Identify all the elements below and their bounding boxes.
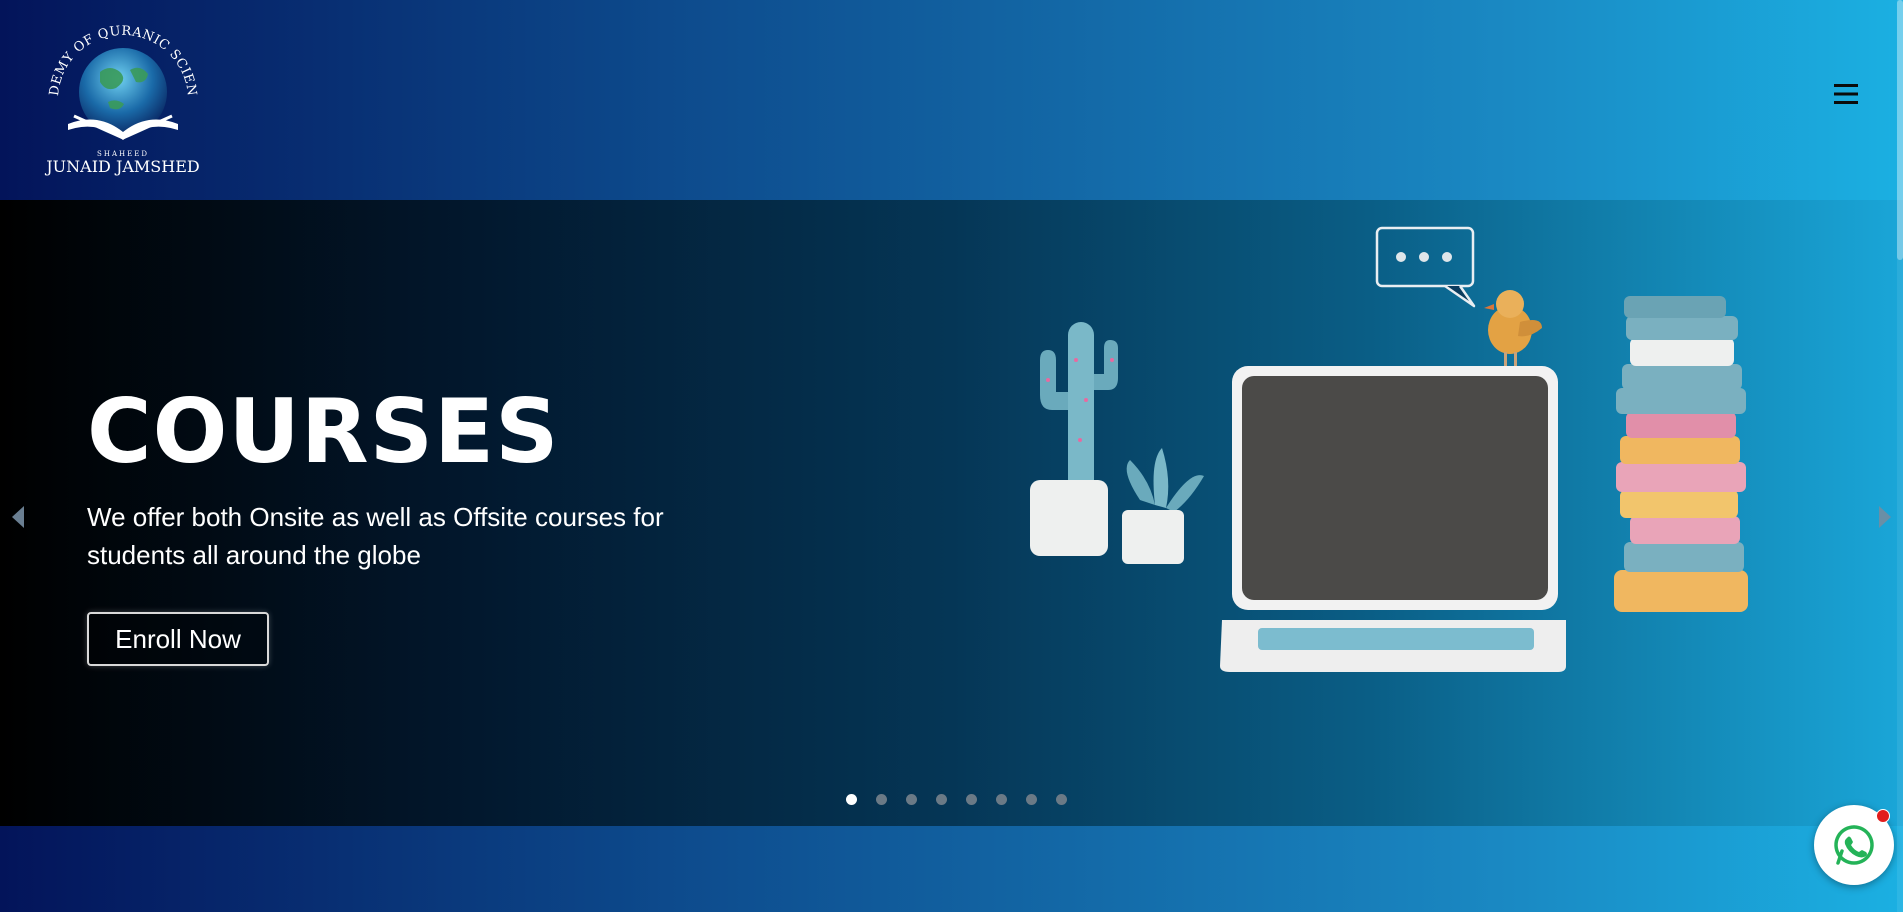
cactus-plant-icon: [1030, 322, 1118, 556]
hero-title: COURSES: [87, 380, 560, 483]
carousel-dot-2[interactable]: [876, 794, 887, 805]
carousel-dot-1[interactable]: [846, 794, 857, 805]
books-stack-icon: [1614, 296, 1748, 612]
hamburger-icon: [1834, 84, 1858, 104]
carousel-dot-5[interactable]: [966, 794, 977, 805]
scrollbar-thumb[interactable]: [1897, 0, 1903, 260]
hamburger-menu-button[interactable]: [1831, 82, 1861, 110]
carousel-dot-4[interactable]: [936, 794, 947, 805]
page-scrollbar[interactable]: [1897, 0, 1903, 912]
bird-icon: [1484, 290, 1542, 366]
whatsapp-chat-button[interactable]: [1814, 805, 1894, 885]
laptop-icon: [1220, 366, 1566, 672]
carousel-dot-8[interactable]: [1056, 794, 1067, 805]
site-header: ACADEMY OF QURANIC SCIENCES SHAHEED JUNA…: [0, 0, 1903, 200]
speech-bubble-icon: [1375, 226, 1476, 308]
carousel-dot-6[interactable]: [996, 794, 1007, 805]
hero-carousel: COURSES We offer both Onsite as well as …: [0, 200, 1903, 826]
notification-dot: [1876, 809, 1890, 823]
enroll-now-button[interactable]: Enroll Now: [87, 612, 269, 666]
chevron-right-icon: [1879, 506, 1891, 528]
carousel-dot-7[interactable]: [1026, 794, 1037, 805]
carousel-dot-3[interactable]: [906, 794, 917, 805]
carousel-indicators: [846, 794, 1067, 805]
carousel-next-button[interactable]: [1875, 502, 1895, 532]
potted-plant-icon: [1122, 448, 1204, 564]
hero-subtitle: We offer both Onsite as well as Offsite …: [87, 502, 664, 570]
carousel-prev-button[interactable]: [8, 502, 28, 532]
courses-illustration: [1030, 226, 1748, 672]
chevron-left-icon: [12, 506, 24, 528]
academy-logo[interactable]: ACADEMY OF QURANIC SCIENCES SHAHEED JUNA…: [38, 12, 208, 180]
next-section-band: [0, 826, 1903, 912]
svg-text:JUNAID JAMSHED: JUNAID JAMSHED: [44, 157, 199, 176]
